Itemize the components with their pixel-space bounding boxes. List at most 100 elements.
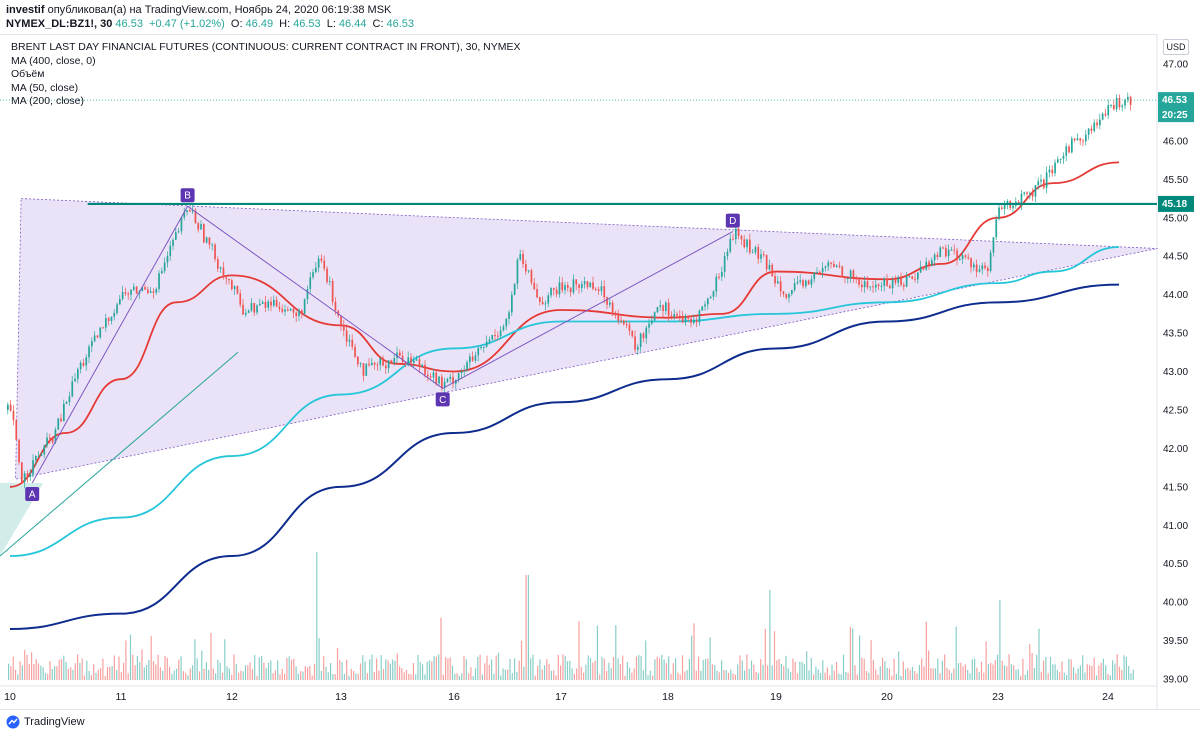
candle-body bbox=[88, 346, 90, 358]
legend-volume[interactable]: Объём bbox=[11, 68, 521, 82]
volume-bar bbox=[764, 628, 766, 680]
volume-bar bbox=[790, 672, 792, 680]
volume-bar bbox=[537, 665, 539, 680]
candle-body bbox=[65, 401, 68, 404]
volume-bar bbox=[806, 651, 808, 680]
candle-body bbox=[530, 270, 533, 283]
candle-body bbox=[785, 294, 788, 298]
resistance-badge: 45.18 bbox=[1162, 199, 1187, 210]
candle-body bbox=[709, 296, 712, 299]
volume-bar bbox=[495, 655, 497, 680]
candle-body bbox=[463, 370, 466, 372]
volume-bar bbox=[125, 640, 127, 680]
volume-bar bbox=[511, 673, 513, 680]
candle-body bbox=[91, 341, 93, 347]
volume-bar bbox=[72, 669, 74, 680]
volume-bar bbox=[376, 658, 378, 680]
candle-body bbox=[390, 360, 393, 364]
volume-bar bbox=[606, 671, 608, 680]
volume-bar bbox=[19, 661, 21, 680]
volume-bar bbox=[1033, 668, 1035, 680]
candle-body bbox=[348, 339, 351, 342]
candle-body bbox=[329, 281, 331, 283]
candle-body bbox=[387, 360, 390, 369]
volume-bar bbox=[1093, 657, 1095, 680]
volume-bar bbox=[702, 659, 704, 680]
volume-bar bbox=[318, 638, 320, 680]
candle-body bbox=[446, 378, 449, 382]
volume-bar bbox=[967, 669, 969, 680]
volume-bar bbox=[472, 675, 474, 680]
candle-body bbox=[889, 285, 891, 289]
volume-bar bbox=[238, 672, 240, 680]
candle-body bbox=[1129, 96, 1132, 106]
volume-bar bbox=[831, 664, 833, 680]
volume-bar bbox=[479, 654, 481, 680]
volume-bar bbox=[438, 654, 440, 680]
volume-bar bbox=[964, 664, 966, 680]
volume-bar bbox=[1036, 654, 1038, 680]
x-tick-label: 11 bbox=[116, 691, 127, 703]
price-chart[interactable]: ABCD47.0046.5046.0045.5045.0044.5044.004… bbox=[0, 34, 1200, 709]
volume-bar bbox=[334, 674, 336, 680]
volume-bar bbox=[833, 670, 835, 680]
candle-body bbox=[539, 297, 541, 302]
candle-body bbox=[679, 315, 681, 317]
volume-bar bbox=[854, 665, 856, 680]
volume-bar bbox=[353, 671, 355, 680]
candle-body bbox=[760, 254, 762, 259]
volume-bar bbox=[399, 666, 401, 680]
candle-body bbox=[415, 359, 418, 361]
volume-bar bbox=[534, 675, 536, 680]
candle-body bbox=[113, 312, 116, 317]
volume-bar bbox=[601, 656, 603, 680]
candle-body bbox=[830, 262, 832, 264]
candle-body bbox=[723, 256, 726, 272]
volume-bar bbox=[557, 654, 559, 680]
volume-bar bbox=[1008, 654, 1010, 680]
legend-ma50[interactable]: MA (50, close) bbox=[11, 82, 521, 96]
legend-ma200[interactable]: MA (200, close) bbox=[11, 95, 521, 109]
volume-bar bbox=[744, 670, 746, 680]
volume-bar bbox=[325, 666, 327, 680]
tradingview-logo[interactable]: TradingView bbox=[6, 715, 85, 729]
candle-body bbox=[211, 244, 214, 246]
volume-bar bbox=[675, 658, 677, 680]
volume-bar bbox=[645, 640, 647, 680]
candle-body bbox=[85, 357, 88, 366]
volume-bar bbox=[921, 658, 923, 680]
volume-bar bbox=[665, 663, 667, 680]
volume-bar bbox=[1031, 653, 1033, 680]
publisher-user[interactable]: investif bbox=[6, 4, 45, 16]
candle-body bbox=[298, 310, 300, 316]
volume-bar bbox=[668, 656, 670, 680]
volume-bar bbox=[263, 662, 265, 680]
candle-body bbox=[320, 258, 323, 261]
candle-body bbox=[541, 301, 544, 305]
volume-bar bbox=[872, 660, 874, 680]
volume-bar bbox=[960, 662, 962, 680]
candle-body bbox=[474, 355, 477, 361]
volume-bar bbox=[1047, 673, 1049, 680]
volume-bar bbox=[877, 674, 879, 680]
y-tick-label: 44.50 bbox=[1163, 252, 1188, 263]
candle-body bbox=[805, 280, 807, 287]
candle-body bbox=[161, 270, 163, 274]
candle-body bbox=[26, 473, 29, 477]
candle-body bbox=[494, 334, 496, 336]
candle-body bbox=[939, 247, 942, 258]
volume-bar bbox=[120, 671, 122, 680]
legend-ma400[interactable]: MA (400, close, 0) bbox=[11, 55, 521, 69]
volume-bar bbox=[617, 658, 619, 680]
volume-bar bbox=[109, 666, 111, 680]
candle-body bbox=[919, 266, 922, 273]
candle-body bbox=[712, 291, 715, 297]
tradingview-brand: TradingView bbox=[24, 716, 85, 728]
volume-bar bbox=[295, 666, 297, 680]
volume-bar bbox=[309, 666, 311, 680]
volume-bar bbox=[684, 671, 686, 680]
currency-button[interactable]: USD bbox=[1163, 39, 1189, 55]
volume-bar bbox=[1024, 674, 1026, 680]
candle-body bbox=[592, 282, 594, 289]
volume-bar bbox=[999, 600, 1001, 680]
